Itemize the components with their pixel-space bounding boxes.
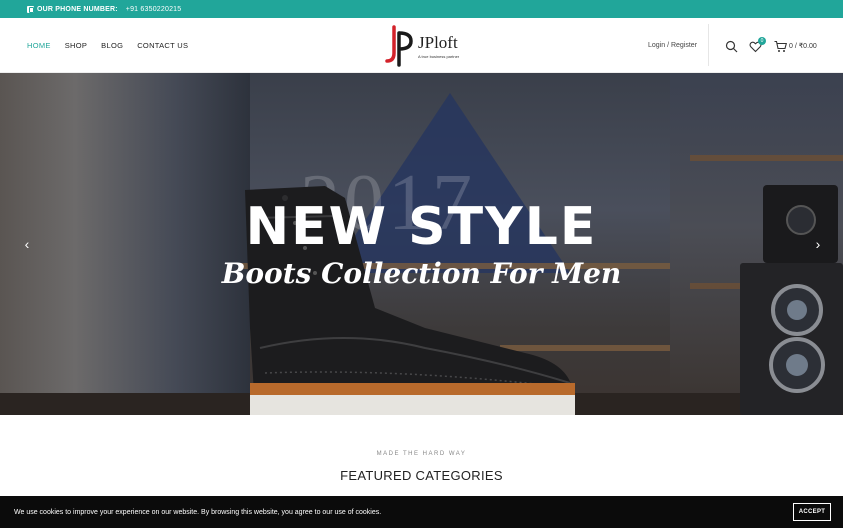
cart-icon[interactable] (774, 40, 787, 53)
main-nav: HOME SHOP BLOG CONTACT US (27, 18, 188, 73)
phone-label: OUR PHONE NUMBER: (37, 5, 118, 13)
header-divider (708, 24, 709, 66)
logo-tagline: A true business partner (418, 54, 460, 59)
nav-blog[interactable]: BLOG (101, 41, 123, 50)
wishlist-count-badge: 0 (758, 37, 766, 45)
top-bar: OUR PHONE NUMBER: +91 6350220215 (0, 0, 843, 18)
accept-cookies-button[interactable]: ACCEPT (793, 503, 831, 521)
hero-title: NEW STYLE (245, 197, 598, 257)
nav-contact-us[interactable]: CONTACT US (137, 41, 188, 50)
hero-slider: 2017 NEW STYLE Boots Collection For Men … (0, 73, 843, 415)
phone-number[interactable]: +91 6350220215 (126, 6, 182, 13)
hero-shelf (690, 155, 843, 161)
nav-shop[interactable]: SHOP (65, 41, 87, 50)
cookie-message: We use cookies to improve your experienc… (14, 509, 382, 516)
logo-brand: JPloft (418, 33, 458, 52)
slider-next-arrow-icon[interactable]: › (811, 237, 825, 251)
section-eyebrow: MADE THE HARD WAY (376, 451, 467, 457)
nav-home[interactable]: HOME (27, 41, 51, 50)
cart-total[interactable]: 0 / ₹0.00 (789, 42, 817, 50)
search-icon[interactable] (725, 40, 738, 53)
site-logo[interactable]: JPloft A true business partner (384, 23, 464, 69)
site-header: HOME SHOP BLOG CONTACT US JPloft A true … (0, 18, 843, 73)
section-title: FEATURED CATEGORIES (340, 468, 503, 483)
cookie-banner: We use cookies to improve your experienc… (0, 496, 843, 528)
logo-mark-icon (385, 25, 413, 67)
login-register-link[interactable]: Login / Register (648, 42, 697, 49)
hero-subtitle: Boots Collection For Men (221, 257, 622, 290)
phone-icon (27, 5, 34, 13)
slider-prev-arrow-icon[interactable]: ‹ (20, 237, 34, 251)
